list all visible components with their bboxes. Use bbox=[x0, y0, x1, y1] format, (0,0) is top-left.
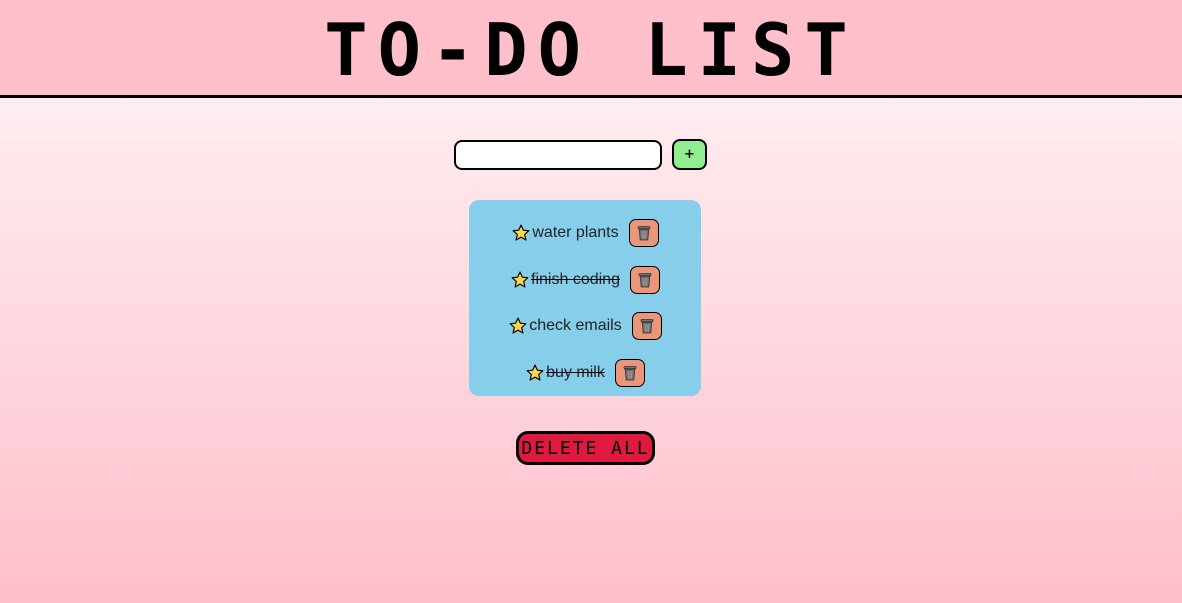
task-text[interactable]: buy milk bbox=[525, 363, 605, 383]
star-icon bbox=[511, 271, 529, 288]
star-icon bbox=[509, 317, 527, 334]
header: TO-DO LIST bbox=[0, 0, 1182, 98]
list-item: check emails bbox=[508, 303, 662, 350]
list-item: finish coding bbox=[510, 257, 660, 304]
list-item: buy milk bbox=[525, 350, 645, 397]
task-text[interactable]: check emails bbox=[508, 316, 622, 336]
trash-icon bbox=[637, 226, 651, 241]
trash-icon bbox=[638, 272, 652, 288]
trash-icon bbox=[623, 365, 637, 381]
page-title: TO-DO LIST bbox=[324, 7, 858, 92]
delete-all-button[interactable]: DELETE ALL bbox=[516, 431, 655, 465]
star-icon bbox=[512, 224, 530, 241]
add-task-form: + bbox=[454, 139, 707, 170]
task-label: finish coding bbox=[531, 270, 620, 288]
task-text[interactable]: finish coding bbox=[510, 270, 620, 290]
task-label: water plants bbox=[532, 224, 619, 242]
task-input[interactable] bbox=[454, 139, 662, 170]
delete-task-button[interactable] bbox=[631, 312, 662, 341]
delete-task-button[interactable] bbox=[628, 219, 659, 248]
task-label: check emails bbox=[529, 317, 622, 335]
delete-task-button[interactable] bbox=[614, 358, 645, 387]
task-list: water plants finish coding check emails … bbox=[469, 200, 701, 396]
add-task-button[interactable]: + bbox=[672, 139, 707, 170]
task-text[interactable]: water plants bbox=[511, 223, 619, 243]
trash-icon bbox=[640, 319, 654, 334]
star-icon bbox=[526, 364, 544, 381]
delete-task-button[interactable] bbox=[629, 265, 660, 294]
list-item: water plants bbox=[511, 210, 659, 257]
task-label: buy milk bbox=[546, 363, 605, 381]
